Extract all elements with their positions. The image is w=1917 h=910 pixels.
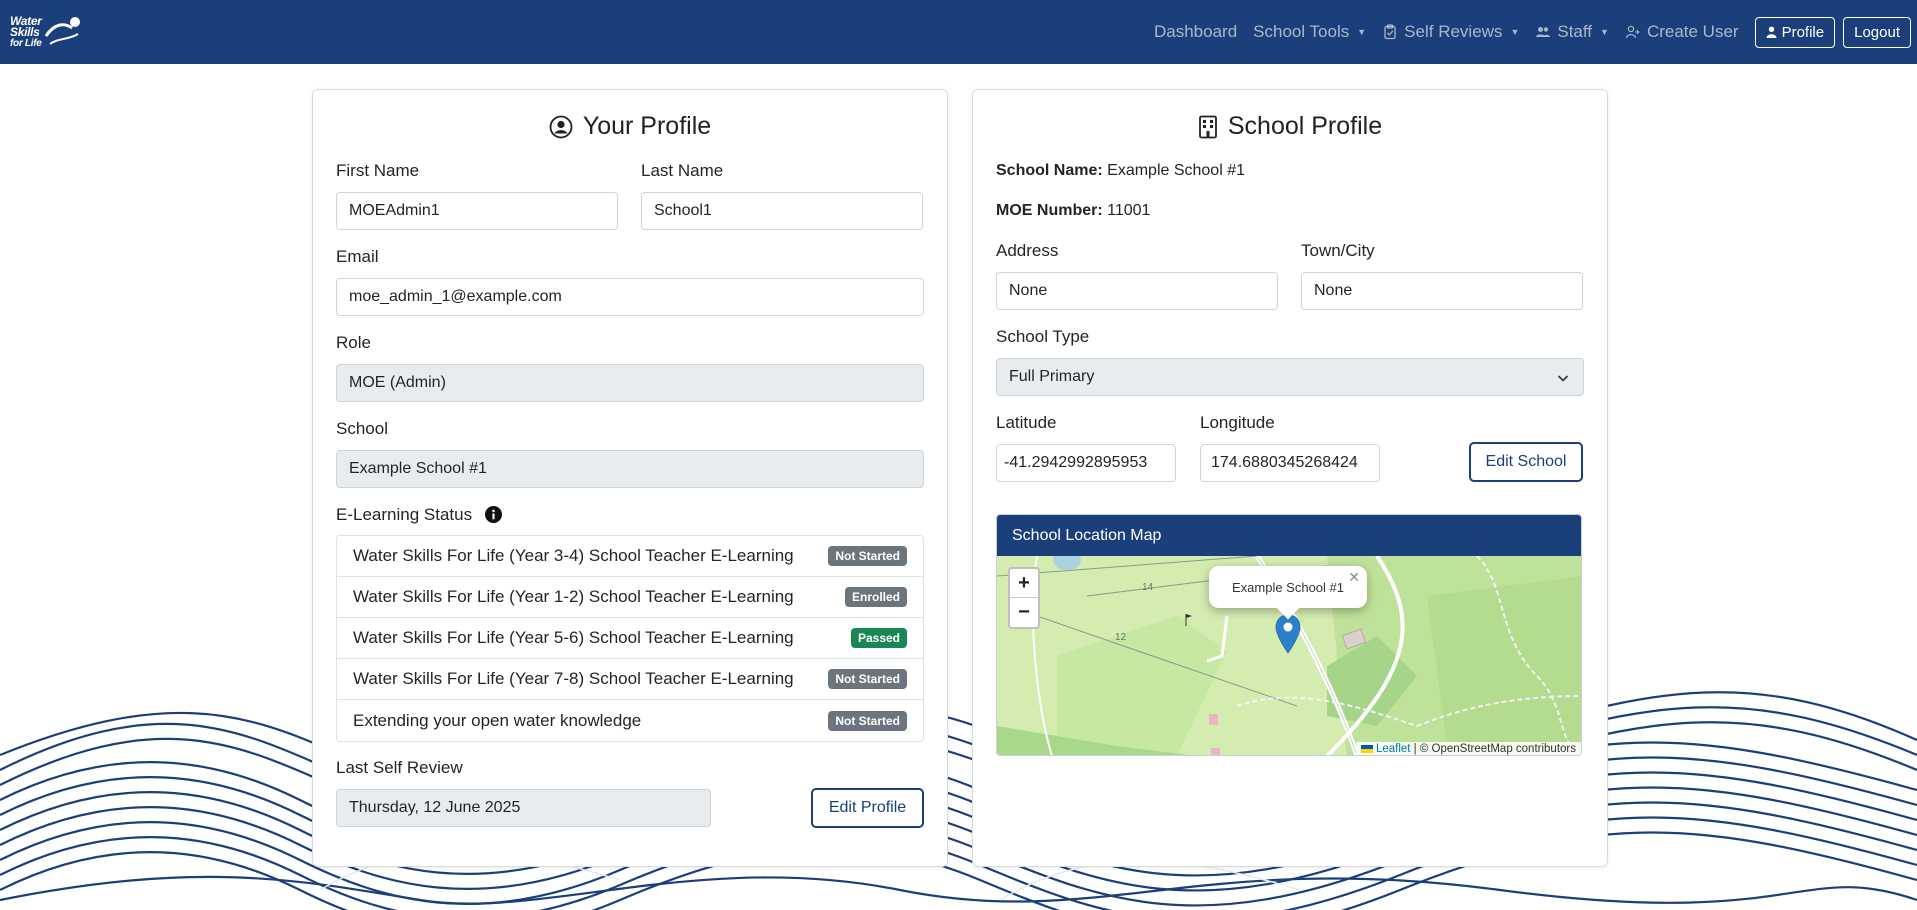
map-label-14: 14 (1142, 582, 1154, 593)
status-badge: Not Started (828, 710, 907, 731)
school-name-value: Example School #1 (1107, 162, 1245, 179)
town-city-input[interactable]: None (1301, 272, 1583, 310)
address-input[interactable]: None (996, 272, 1278, 310)
nav-create-user[interactable]: Create User (1617, 22, 1747, 42)
building-icon (1198, 115, 1217, 138)
elearning-course-name: Water Skills For Life (Year 1-2) School … (353, 587, 794, 606)
osm-attribution-text: | © OpenStreetMap contributors (1410, 743, 1576, 755)
nav-staff[interactable]: Staff ▼ (1527, 22, 1617, 42)
map-popup: Example School #1 ✕ (1209, 566, 1367, 620)
email-input[interactable]: moe_admin_1@example.com (336, 278, 924, 316)
elearning-course-name: Water Skills For Life (Year 3-4) School … (353, 546, 794, 565)
school-type-label: School Type (996, 327, 1090, 346)
status-badge: Not Started (828, 669, 907, 689)
map-marker-icon[interactable] (1275, 614, 1301, 654)
moe-number-label: MOE Number: (996, 202, 1103, 219)
elearning-course-name: Water Skills For Life (Year 5-6) School … (353, 628, 794, 647)
your-profile-card: Your Profile First Name MOEAdmin1 Last N… (312, 89, 948, 867)
caret-down-icon: ▼ (1600, 27, 1609, 37)
last-self-review-input: Thursday, 12 June 2025 (336, 789, 711, 827)
nav-menu: Dashboard School Tools ▼ Self Reviews ▼ St… (1146, 0, 1911, 64)
edit-profile-button[interactable]: Edit Profile (811, 788, 924, 828)
school-location-map-card: School Location Map 14 12 + − Example Sc… (996, 514, 1582, 756)
email-label: Email (336, 247, 379, 266)
latitude-input[interactable]: -41.2942992895953 (996, 444, 1176, 482)
brand-logo[interactable]: Water Skills for Life (10, 9, 100, 55)
address-label: Address (996, 241, 1059, 260)
map-zoom-control: + − (1008, 567, 1040, 629)
last-self-review-label: Last Self Review (336, 758, 463, 777)
background-waves (0, 691, 1917, 910)
profile-button[interactable]: Profile (1754, 16, 1836, 48)
town-city-label: Town/City (1301, 241, 1375, 260)
map-header: School Location Map (997, 515, 1581, 556)
longitude-label: Longitude (1200, 413, 1275, 432)
status-badge: Passed (850, 628, 907, 648)
first-name-label: First Name (336, 161, 420, 180)
edit-school-button[interactable]: Edit School (1469, 442, 1583, 482)
last-name-input[interactable]: School1 (641, 192, 923, 230)
info-icon[interactable] (484, 506, 502, 523)
moe-number-row: MOE Number: 11001 (996, 202, 1150, 220)
school-type-select[interactable]: Full Primary (996, 358, 1584, 396)
elearning-list: Water Skills For Life (Year 3-4) School … (336, 535, 924, 742)
popup-close-icon[interactable]: ✕ (1348, 569, 1360, 586)
moe-number-value: 11001 (1107, 202, 1151, 219)
leaflet-link[interactable]: Leaflet (1376, 743, 1411, 755)
role-label: Role (336, 333, 371, 352)
top-navbar: Water Skills for Life Dashboard School T… (0, 0, 1917, 64)
people-icon (1536, 27, 1551, 37)
elearning-item: Extending your open water knowledge Not S… (337, 700, 923, 741)
logout-button[interactable]: Logout (1843, 16, 1911, 48)
nav-self-reviews[interactable]: Self Reviews ▼ (1374, 22, 1527, 42)
elearning-course-name: Extending your open water knowledge (353, 710, 642, 730)
latitude-label: Latitude (996, 413, 1057, 432)
school-profile-card: School Profile School Name: Example Scho… (972, 89, 1608, 867)
status-badge: Not Started (828, 546, 907, 566)
school-location-map[interactable]: 14 12 + − Example School #1 ✕ Leaflet | … (997, 556, 1581, 755)
person-circle-icon (549, 115, 573, 138)
brand-text: Water Skills for Life (10, 13, 42, 49)
school-input: Example School #1 (336, 450, 924, 488)
school-name-row: School Name: Example School #1 (996, 162, 1245, 180)
first-name-input[interactable]: MOEAdmin1 (336, 192, 618, 230)
school-profile-heading: School Profile (973, 112, 1607, 141)
elearning-status-label: E-Learning Status (336, 505, 502, 525)
elearning-item: Water Skills For Life (Year 1-2) School … (337, 577, 923, 618)
ukraine-flag-icon (1360, 745, 1373, 753)
person-icon (1766, 26, 1777, 38)
caret-down-icon: ▼ (1510, 27, 1520, 37)
nav-school-tools[interactable]: School Tools ▼ (1245, 22, 1374, 42)
school-name-label: School Name: (996, 162, 1103, 179)
swimmer-logo-icon (44, 17, 80, 45)
nav-dashboard[interactable]: Dashboard (1146, 22, 1245, 42)
zoom-in-button[interactable]: + (1010, 569, 1038, 598)
elearning-item: Water Skills For Life (Year 5-6) School … (337, 618, 923, 659)
elearning-course-name: Water Skills For Life (Year 7-8) School … (353, 669, 794, 688)
map-label-12: 12 (1115, 632, 1127, 643)
status-badge: Enrolled (844, 587, 907, 607)
last-name-label: Last Name (641, 161, 724, 180)
clipboard-check-icon (1384, 24, 1396, 40)
role-input: MOE (Admin) (336, 364, 924, 402)
map-attribution: Leaflet | © OpenStreetMap contributors (1355, 742, 1581, 755)
longitude-input[interactable]: 174.6880345268424 (1200, 444, 1380, 482)
elearning-item: Water Skills For Life (Year 3-4) School … (337, 536, 923, 577)
map-popup-text: Example School #1 (1231, 579, 1344, 595)
caret-down-icon: ▼ (1357, 27, 1367, 37)
school-label: School (336, 419, 388, 438)
your-profile-heading: Your Profile (313, 112, 947, 141)
elearning-item: Water Skills For Life (Year 7-8) School … (337, 659, 923, 700)
zoom-out-button[interactable]: − (1010, 598, 1038, 627)
person-add-icon (1625, 25, 1640, 39)
chevron-down-icon (1557, 375, 1569, 382)
